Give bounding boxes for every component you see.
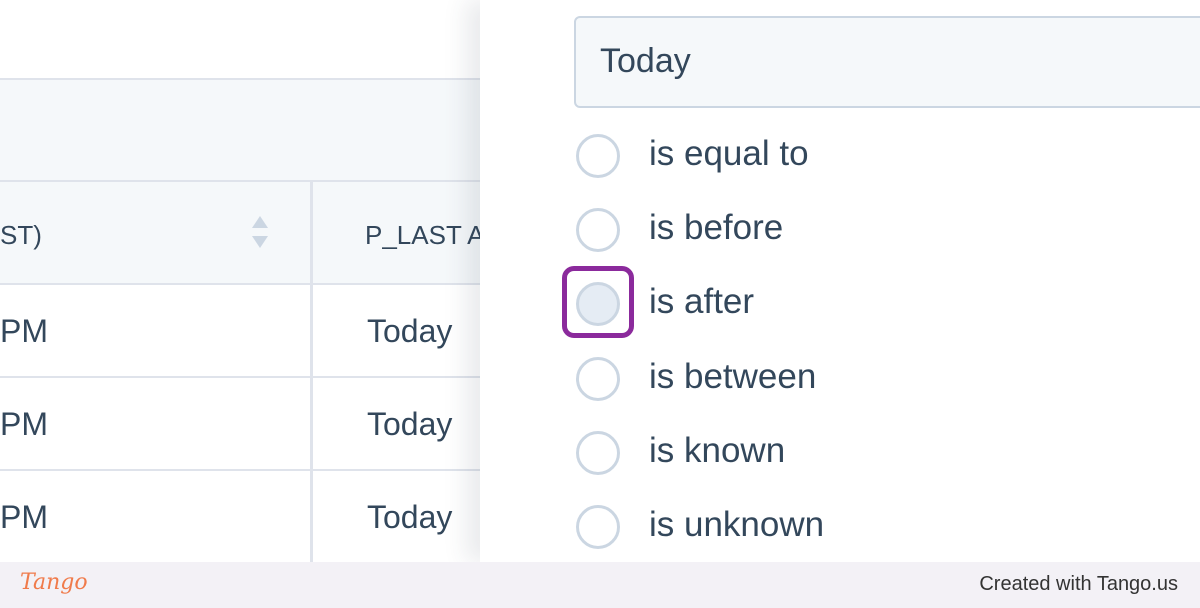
- radio-button[interactable]: [576, 357, 620, 401]
- filter-option-is-equal-to[interactable]: is equal to: [576, 132, 1136, 182]
- table-cell-date: Today: [367, 406, 453, 442]
- sort-icon[interactable]: [250, 214, 270, 250]
- table-toolbar-band: [0, 80, 480, 182]
- footer-credit: Created with Tango.us: [979, 573, 1178, 595]
- table-row: PM Today: [0, 471, 480, 562]
- table-row: PM Today: [0, 378, 480, 471]
- option-label: is before: [649, 208, 784, 247]
- table-cell-time: PM: [0, 406, 48, 442]
- table-cell-date: Today: [367, 499, 453, 535]
- table-row: PM Today: [0, 285, 480, 378]
- option-label: is after: [649, 282, 755, 321]
- column-divider: [310, 182, 313, 562]
- filter-option-is-before[interactable]: is before: [576, 206, 1136, 256]
- option-label: is between: [649, 357, 817, 396]
- table-cell-time: PM: [0, 499, 48, 535]
- filter-value-input[interactable]: Today: [574, 16, 1200, 108]
- radio-button[interactable]: [576, 505, 620, 549]
- tango-logo: Tango: [20, 570, 88, 595]
- column-header-last-activity[interactable]: P_LAST A: [365, 220, 485, 251]
- radio-button[interactable]: [576, 208, 620, 252]
- table-top-area: [0, 0, 480, 80]
- filter-panel: Today is equal to is before is after is …: [480, 0, 1200, 562]
- radio-button[interactable]: [576, 431, 620, 475]
- radio-button[interactable]: [576, 134, 620, 178]
- filter-option-is-known[interactable]: is known: [576, 429, 1136, 479]
- option-label: is equal to: [649, 134, 809, 173]
- filter-option-is-after[interactable]: is after: [576, 280, 1136, 330]
- option-label: is unknown: [649, 505, 825, 544]
- filter-option-is-between[interactable]: is between: [576, 355, 1136, 405]
- column-header-partial[interactable]: ST): [0, 220, 42, 251]
- footer: Tango Created with Tango.us: [0, 562, 1200, 608]
- table-cell-time: PM: [0, 313, 48, 349]
- radio-button[interactable]: [576, 282, 620, 326]
- option-label: is known: [649, 431, 786, 470]
- table-cell-date: Today: [367, 313, 453, 349]
- filter-option-is-unknown[interactable]: is unknown: [576, 503, 1136, 553]
- screen: ST) P_LAST A PM Today PM Today PM Today …: [0, 0, 1200, 562]
